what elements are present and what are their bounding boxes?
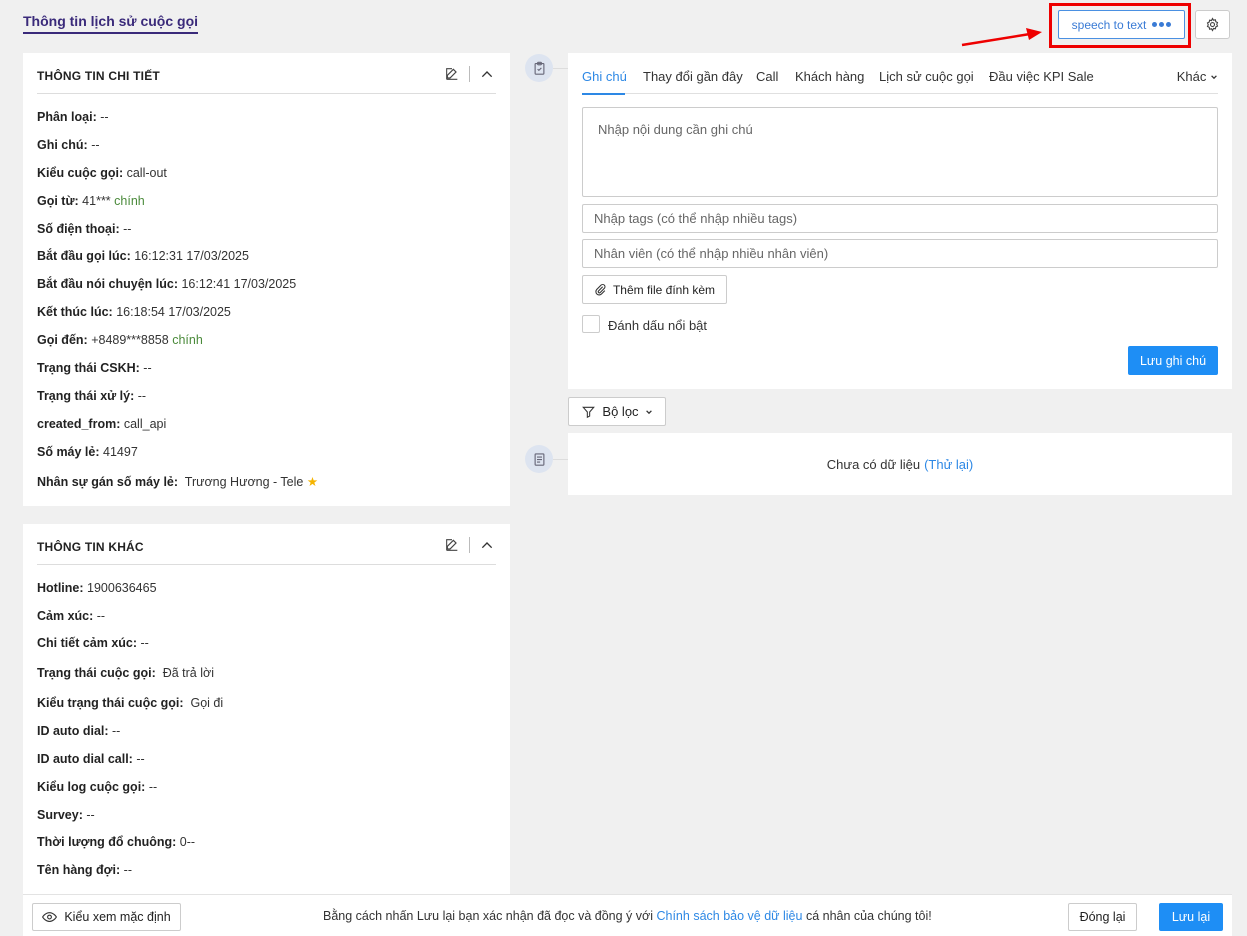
clipboard-icon	[525, 54, 553, 82]
paperclip-icon	[595, 284, 606, 296]
star-icon: ★	[306, 475, 319, 489]
edit-icon[interactable]	[443, 536, 461, 554]
primary-tag: chính	[172, 333, 203, 347]
field-row: Kiểu trạng thái cuộc gọi: Gọi đi	[37, 696, 224, 710]
chevron-up-icon[interactable]	[478, 536, 496, 554]
field-row: Cảm xúc: --	[37, 609, 106, 623]
panel-header: THÔNG TIN CHI TIẾT	[37, 53, 496, 94]
field-row: Thời lượng đổ chuông: 0--	[37, 835, 196, 849]
field-row: Gọi đến: +8489***8858 chính	[37, 333, 203, 347]
document-icon	[525, 445, 553, 473]
timeline-line	[553, 459, 568, 460]
tab-kpi-sale[interactable]: Đầu việc KPI Sale	[989, 69, 1094, 84]
field-row: Trạng thái xử lý: --	[37, 389, 147, 403]
staff-input[interactable]	[582, 239, 1218, 268]
attach-file-button[interactable]: Thêm file đính kèm	[582, 275, 727, 304]
panel-header: THÔNG TIN KHÁC	[37, 524, 496, 565]
tab-recent-changes[interactable]: Thay đổi gần đây	[643, 69, 743, 84]
annotation-arrow	[961, 28, 1042, 47]
divider	[469, 537, 470, 553]
speech-to-text-label: speech to text	[1071, 17, 1147, 32]
note-panel: Ghi chú Thay đổi gần đây Call Khách hàng…	[568, 53, 1232, 389]
page-title: Thông tin lịch sử cuộc gọi	[23, 13, 199, 34]
history-empty-panel: Chưa có dữ liệu (Thử lại)	[568, 433, 1232, 495]
field-row: Gọi từ: 41*** chính	[37, 194, 145, 208]
field-row: Bắt đầu nói chuyện lúc: 16:12:41 17/03/2…	[37, 277, 297, 291]
field-row: Kiểu cuộc gọi: call-out	[37, 166, 167, 180]
field-row: Kết thúc lúc: 16:18:54 17/03/2025	[37, 305, 231, 319]
eye-icon	[42, 912, 58, 922]
gear-icon	[1206, 17, 1219, 32]
field-row: Số máy lẻ: 41497	[37, 445, 138, 459]
field-row: created_from: call_api	[37, 417, 167, 431]
close-button[interactable]: Đóng lại	[1068, 903, 1137, 931]
field-row: Bắt đầu gọi lúc: 16:12:31 17/03/2025	[37, 249, 249, 263]
highlight-checkbox[interactable]	[582, 315, 600, 333]
default-view-button[interactable]: Kiểu xem mặc định	[32, 903, 181, 931]
consent-text: Bằng cách nhấn Lưu lại bạn xác nhận đã đ…	[323, 909, 932, 923]
tab-bar: Ghi chú Thay đổi gần đây Call Khách hàng…	[582, 53, 1218, 95]
tab-call[interactable]: Call	[756, 69, 778, 84]
more-tabs-dropdown[interactable]: Khác	[1177, 69, 1218, 84]
funnel-icon	[582, 406, 596, 418]
timeline-line	[553, 68, 568, 69]
field-row: Phân loại: --	[37, 110, 109, 124]
panel-title: THÔNG TIN KHÁC	[37, 540, 144, 554]
field-row: Trạng thái CSKH: --	[37, 361, 152, 375]
field-row: Nhân sự gán số máy lẻ: Trương Hương - Te…	[37, 475, 319, 489]
settings-button[interactable]	[1195, 10, 1230, 39]
field-row: Trạng thái cuộc gọi: Đã trả lời	[37, 666, 214, 680]
retry-link[interactable]: (Thử lại)	[924, 457, 973, 472]
field-row: Ghi chú: --	[37, 138, 100, 152]
tab-call-history[interactable]: Lịch sử cuộc gọi	[879, 69, 974, 84]
field-row: Hotline: 1900636465	[37, 581, 157, 595]
field-row: ID auto dial call: --	[37, 752, 145, 766]
ellipsis-icon	[1152, 22, 1172, 27]
panel-title: THÔNG TIN CHI TIẾT	[37, 69, 160, 83]
field-row: Tên hàng đợi: --	[37, 863, 132, 877]
detail-info-panel: THÔNG TIN CHI TIẾT Phân loại: -- Ghi chú…	[23, 53, 510, 506]
footer-bar: Kiểu xem mặc định Bằng cách nhấn Lưu lại…	[23, 894, 1232, 936]
other-info-panel: THÔNG TIN KHÁC Hotline: 1900636465 Cảm x…	[23, 524, 510, 894]
divider	[469, 66, 470, 82]
field-row: Kiểu log cuộc gọi: --	[37, 780, 158, 794]
tab-notes[interactable]: Ghi chú	[582, 69, 627, 84]
note-input[interactable]	[582, 107, 1218, 197]
filter-button[interactable]: Bộ lọc	[568, 397, 666, 426]
empty-text: Chưa có dữ liệu	[826, 456, 921, 472]
save-note-button[interactable]: Lưu ghi chú	[1128, 346, 1218, 375]
active-tab-indicator	[582, 93, 625, 95]
chevron-up-icon[interactable]	[478, 65, 496, 83]
chevron-down-icon	[1211, 75, 1217, 80]
chevron-down-icon	[645, 409, 652, 414]
field-row: Chi tiết cảm xúc: --	[37, 636, 149, 650]
field-row: ID auto dial: --	[37, 724, 121, 738]
primary-tag: chính	[114, 194, 145, 208]
edit-icon[interactable]	[443, 65, 461, 83]
highlight-label: Đánh dấu nổi bật	[608, 318, 708, 333]
tags-input[interactable]	[582, 204, 1218, 233]
tab-customer[interactable]: Khách hàng	[795, 69, 864, 84]
speech-to-text-button[interactable]: speech to text	[1058, 10, 1185, 39]
privacy-policy-link[interactable]: Chính sách bảo vệ dữ liệu	[656, 909, 802, 923]
field-row: Survey: --	[37, 808, 95, 822]
save-button[interactable]: Lưu lại	[1159, 903, 1223, 931]
field-row: Số điện thoại: --	[37, 222, 132, 236]
